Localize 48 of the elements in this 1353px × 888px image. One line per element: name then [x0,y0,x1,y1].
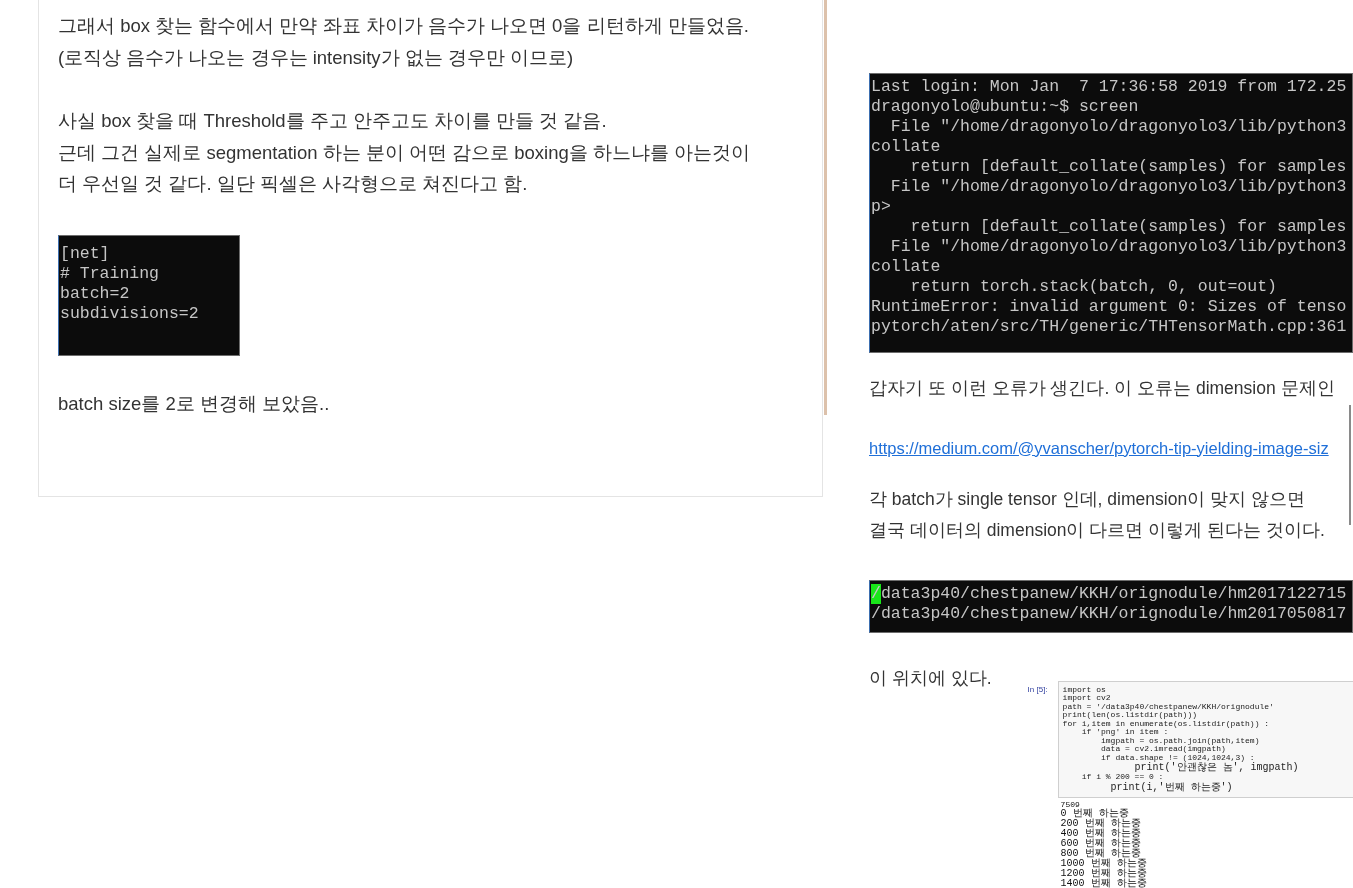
code-line: for i,item in enumerate(os.listdir(path)) : [1062,719,1270,728]
paragraph-text: batch size를 2로 변경해 보았음.. [58,391,330,416]
terminal-line: return [default_collate(samples) for samples [909,157,1347,177]
output-line: 800 번째 하는중 [1060,849,1141,859]
code-line: if data.shape != (1024,1024,3) : [1100,753,1255,762]
terminal-line: return torch.stack(batch, 0, out=out) [909,277,1277,297]
terminal-line: Last login: Mon Jan 7 17:36:58 2019 from 172.25 [871,77,1347,97]
output-line: 1200 번째 하는중 [1060,869,1147,879]
code-line: if 'png' in item : [1080,728,1169,736]
output-line: 400 번째 하는중 [1060,829,1141,839]
output-line: 0 번째 하는중 [1060,809,1129,819]
paragraph-text: 이 위치에 있다. [869,666,992,690]
output-line: 1400 번째 하는중 [1060,879,1147,888]
terminal-line: File "/home/dragonyolo/dragonyolo3/lib/python3 [889,177,1347,197]
code-line: import os [1062,685,1106,694]
terminal-line: RuntimeError: invalid argument 0: Sizes of tenso [871,297,1347,317]
scrollbar-thumb[interactable] [1349,405,1351,525]
terminal-line: collate [871,137,941,157]
link[interactable]: https://medium.com/@yvanscher/pytorch-tip-yielding-image-siz [869,438,1329,457]
terminal-line: batch=2 [60,283,130,304]
terminal-line: dragonyolo@ubuntu:~$ screen [871,97,1139,117]
paragraph-text: 사실 box 찾을 때 Threshold를 주고 안주고도 차이를 만들 것 같음. 근데 그건 실제로 segmentation 하는 분이 어떤 감으로 boxing을 하느냐를 아는것이 더 우선일 것 같다. 일단 픽셀은 사각형으로 쳐진다고 함. [58,109,750,196]
paragraph-text: 갑자기 또 이런 오류가 생긴다. 이 오류는 dimension 문제인 [869,377,1335,400]
terminal-line: pytorch/aten/src/TH/generic/THTensorMath.cpp:361 [871,317,1347,337]
output-line: 600 번째 하는중 [1060,839,1141,849]
code-line: print(i,'번째 하는중') [1109,781,1233,793]
code-line: if i % 200 == 0 : [1080,773,1164,782]
code-line: print(len(os.listdir(path))) [1062,711,1197,719]
output-line: 200 번째 하는중 [1060,819,1141,829]
code-line: data = cv2.imread(imgpath) [1100,745,1226,753]
code-line: import cv2 [1062,694,1111,702]
terminal-line: collate [871,257,941,277]
terminal-line: [net] [60,243,110,264]
prompt-label: In [5]: [1027,683,1048,696]
terminal-line: /data3p40/chestpanew/KKH/orignodule/hm2017050817 [871,603,1347,624]
output-line: 1000 번째 하는중 [1060,859,1147,869]
paragraph-text: 각 batch가 single tensor 인데, dimension이 맞지 않으면 결국 데이터의 dimension이 다르면 이렇게 된다는 것이다. [869,487,1325,542]
code-line: path = '/data3p40/chestpanew/KKH/orignodule' [1062,702,1274,711]
terminal-line: File "/home/dragonyolo/dragonyolo3/lib/python3 [889,237,1347,257]
terminal-line: File "/home/dragonyolo/dragonyolo3/lib/python3 [889,117,1347,137]
terminal-line: p> [871,197,891,217]
terminal-line: subdivisions=2 [60,303,199,324]
terminal-line: # Training [60,263,160,284]
output-line: 7509 [1060,800,1080,809]
paragraph-text: 그래서 box 찾는 함수에서 만약 좌표 차이가 음수가 나오면 0을 리턴하게 만들었음. (로직상 음수가 나오는 경우는 intensity가 없는 경우만 이므로) [58,14,749,70]
terminal-line: return [default_collate(samples) for samples [909,217,1347,237]
code-line: imgpath = os.path.join(path,item) [1101,736,1260,745]
code-line: print('안괜찮은 놈', imgpath) [1134,762,1299,773]
